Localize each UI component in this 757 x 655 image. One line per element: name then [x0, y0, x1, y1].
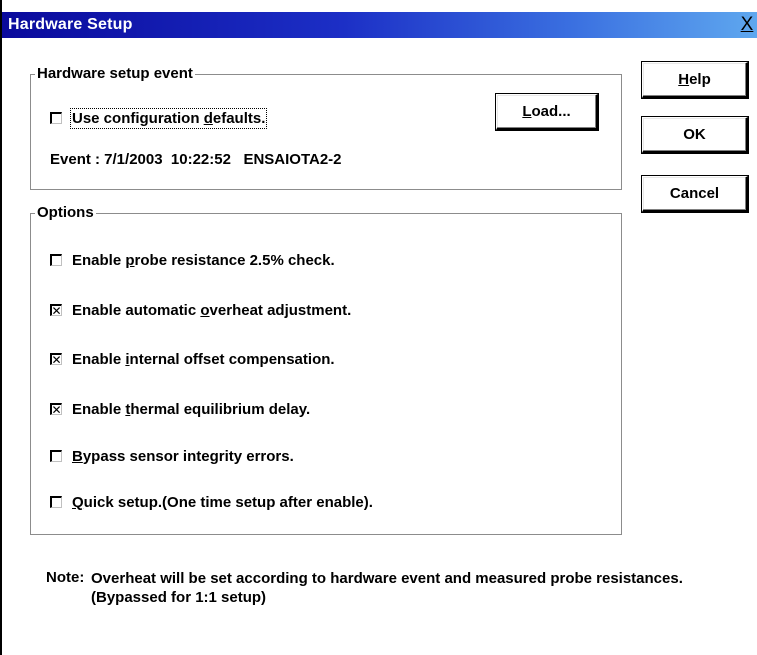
option-internal-offset[interactable]: ✕ Enable internal offset compensation. [50, 348, 335, 370]
check-mark-icon: ✕ [51, 303, 62, 318]
option-label: Enable probe resistance 2.5% check. [72, 251, 335, 269]
option-checkbox-box[interactable] [50, 450, 62, 462]
note-text: Overheat will be set according to hardwa… [91, 570, 683, 606]
option-label: Quick setup.(One time setup after enable… [72, 493, 373, 511]
option-checkbox-box[interactable]: ✕ [50, 303, 62, 318]
hardware-setup-event-legend: Hardware setup event [35, 65, 195, 82]
event-info: Event : 7/1/2003 10:22:52 ENSAIOTA2-2 [50, 148, 342, 170]
help-button[interactable]: Help [642, 62, 748, 98]
close-button[interactable]: X [738, 14, 756, 36]
option-checkbox-box[interactable] [50, 496, 62, 508]
option-thermal-delay[interactable]: ✕ Enable thermal equilibrium delay. [50, 398, 310, 420]
option-quick-setup[interactable]: Quick setup.(One time setup after enable… [50, 491, 373, 513]
window-title: Hardware Setup [8, 16, 133, 33]
note-label: Note: [46, 569, 85, 586]
load-button[interactable]: Load... [496, 94, 598, 130]
check-mark-icon: ✕ [51, 352, 62, 367]
use-config-defaults-label: Use configuration defaults. [69, 107, 268, 129]
option-label: Enable automatic overheat adjustment. [72, 301, 352, 319]
ok-button[interactable]: OK [642, 117, 748, 153]
title-bar: Hardware Setup X [2, 12, 757, 38]
check-mark-icon: ✕ [51, 402, 62, 417]
option-label: Enable thermal equilibrium delay. [72, 400, 311, 418]
option-checkbox-box[interactable] [50, 254, 62, 266]
option-label: Bypass sensor integrity errors. [72, 447, 294, 465]
option-bypass-sensor[interactable]: Bypass sensor integrity errors. [50, 445, 294, 467]
cancel-button[interactable]: Cancel [642, 176, 748, 212]
use-config-defaults-box[interactable] [50, 112, 62, 124]
options-legend: Options [35, 204, 96, 221]
option-checkbox-box[interactable]: ✕ [50, 352, 62, 367]
option-label: Enable internal offset compensation. [72, 350, 335, 368]
option-overheat-adjustment[interactable]: ✕ Enable automatic overheat adjustment. [50, 299, 351, 321]
option-probe-resistance[interactable]: Enable probe resistance 2.5% check. [50, 249, 335, 271]
event-info-text: Event : 7/1/2003 10:22:52 ENSAIOTA2-2 [50, 150, 342, 168]
hardware-setup-event-group: Hardware setup event [30, 65, 622, 190]
option-checkbox-box[interactable]: ✕ [50, 402, 62, 417]
use-config-defaults-checkbox[interactable]: Use configuration defaults. [50, 107, 268, 129]
hardware-setup-dialog: Hardware Setup X Hardware setup event Us… [0, 0, 757, 655]
